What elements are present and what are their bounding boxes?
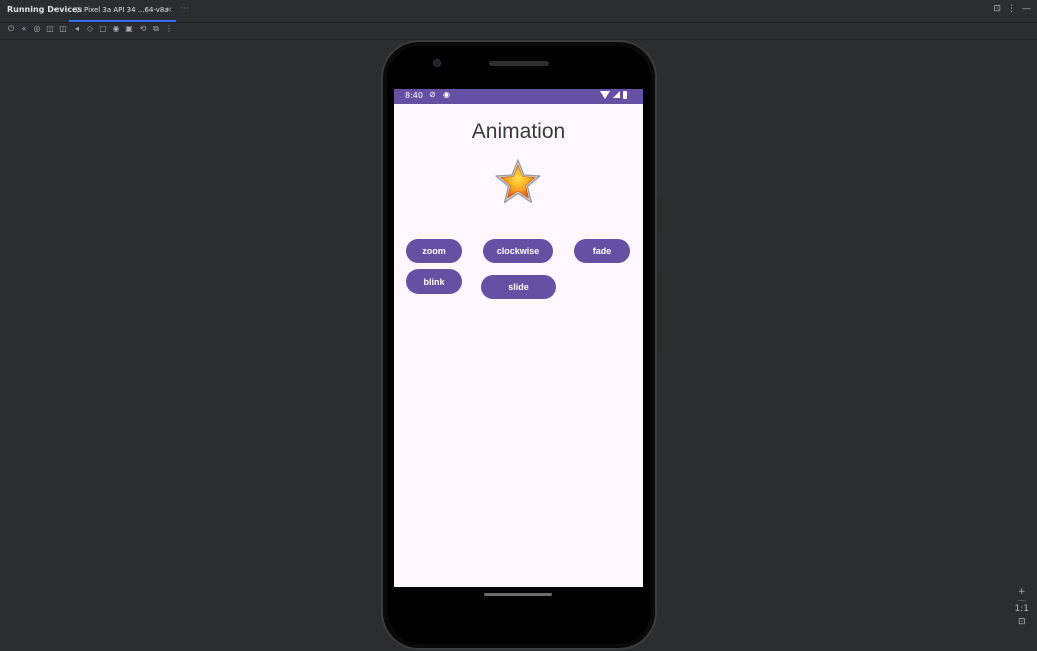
device-tab-label: Pixel 3a API 34 ...64-v8a: [84, 6, 169, 14]
status-bar: 8:40 ⊘ ◉: [394, 89, 643, 104]
more-tabs-icon[interactable]: ···: [180, 4, 189, 14]
minimize-icon[interactable]: —: [1022, 4, 1031, 14]
signal-icon: [613, 91, 620, 98]
zoom-button[interactable]: zoom: [406, 239, 462, 263]
screen-record-icon[interactable]: ▣: [123, 24, 135, 33]
zoom-controls: + 1:1 ⊡: [1015, 587, 1029, 627]
do-not-disturb-icon: ⊘: [429, 90, 436, 99]
fit-screen-icon[interactable]: ⊡: [1018, 617, 1026, 627]
fade-button[interactable]: fade: [574, 239, 630, 263]
status-time: 8:40: [405, 91, 423, 100]
home-icon[interactable]: ◇: [84, 24, 96, 33]
back-icon[interactable]: ◂: [71, 24, 83, 33]
gesture-nav-handle[interactable]: [484, 593, 552, 596]
mirror-icon[interactable]: ⧉: [150, 24, 162, 34]
close-tab-icon[interactable]: ×: [166, 5, 173, 14]
tool-window-header: Running Devices ⚲ Pixel 3a API 34 ...64-…: [0, 0, 1037, 23]
volume-button[interactable]: [659, 272, 662, 352]
overview-icon[interactable]: ▢: [97, 24, 109, 33]
power-button[interactable]: [659, 196, 662, 232]
window-controls: ⊡ ⋮ —: [993, 4, 1031, 14]
rotate-left-icon[interactable]: ◫: [44, 24, 56, 33]
device-tab[interactable]: ⚲ Pixel 3a API 34 ...64-v8a ×: [69, 0, 176, 22]
notification-icon: ◉: [443, 90, 450, 99]
actual-size-icon[interactable]: 1:1: [1015, 604, 1029, 614]
layout-icon[interactable]: ⊡: [993, 4, 1001, 14]
options-menu-icon[interactable]: ⋮: [1007, 4, 1016, 14]
device-screen[interactable]: 8:40 ⊘ ◉ Animation zoom clockwise fade b…: [394, 89, 643, 587]
page-title: Animation: [471, 120, 566, 143]
device-toolbar: ⏻ « ◎ ◫ ◫ ◂ ◇ ▢ ◉ ▣ ⟲ ⧉ ⋮: [0, 23, 1037, 40]
wifi-icon: [600, 91, 610, 99]
volume-down-icon[interactable]: ◎: [31, 24, 43, 33]
snapshot-icon[interactable]: ⟲: [137, 24, 149, 33]
status-icons: [600, 91, 627, 99]
blink-button[interactable]: blink: [406, 269, 462, 294]
screenshot-icon[interactable]: ◉: [110, 24, 122, 33]
speaker-grille: [489, 61, 549, 66]
battery-icon: [623, 91, 627, 99]
front-camera: [433, 59, 441, 67]
device-icon: ⚲: [75, 6, 81, 14]
rotate-right-icon[interactable]: ◫: [57, 24, 69, 33]
zoom-in-icon[interactable]: +: [1018, 587, 1026, 597]
slide-button[interactable]: slide: [481, 275, 556, 299]
power-icon[interactable]: ⏻: [5, 24, 17, 34]
star-image: [495, 159, 541, 204]
more-options-icon[interactable]: ⋮: [163, 24, 175, 33]
clockwise-button[interactable]: clockwise: [483, 239, 553, 263]
volume-up-icon[interactable]: «: [18, 24, 30, 33]
